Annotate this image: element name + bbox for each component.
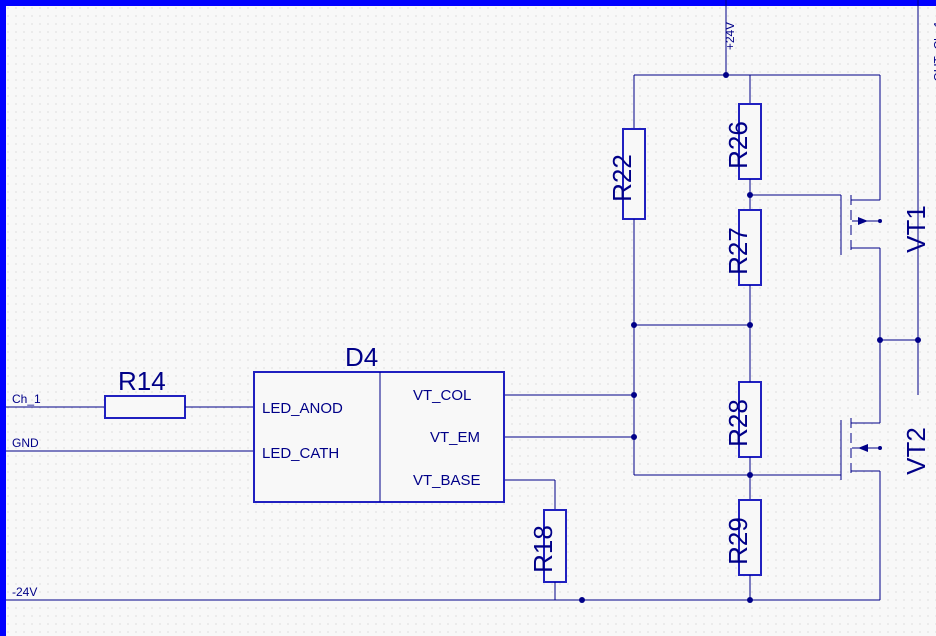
- pin-led-cath: LED_CATH: [262, 445, 339, 462]
- resistor-r14[interactable]: [105, 396, 185, 418]
- schematic-canvas: +24V OUT_Ch_1 R22 R26 R27 VT1: [0, 0, 936, 636]
- junction: [631, 434, 637, 440]
- label-r28: R28: [723, 399, 753, 447]
- label-r29: R29: [723, 517, 753, 565]
- junction: [631, 322, 637, 328]
- mosfet-vt2[interactable]: [841, 418, 882, 600]
- label-vt1: VT1: [901, 205, 931, 253]
- pin-led-anod: LED_ANOD: [262, 400, 343, 417]
- net-gnd: GND: [12, 436, 39, 450]
- label-vt2: VT2: [901, 427, 931, 475]
- pin-vt-base: VT_BASE: [413, 472, 481, 489]
- net-ch1: Ch_1: [12, 392, 41, 406]
- net-out-ch1: OUT_Ch_1: [932, 20, 936, 81]
- label-r18: R18: [528, 525, 558, 573]
- label-r22: R22: [607, 154, 637, 202]
- junction: [747, 597, 753, 603]
- net-minus24v: -24V: [12, 585, 37, 599]
- label-r27: R27: [723, 227, 753, 275]
- label-r26: R26: [723, 121, 753, 169]
- mosfet-vt1[interactable]: [750, 75, 882, 340]
- junction: [723, 72, 729, 78]
- junction: [579, 597, 585, 603]
- label-d4: D4: [345, 342, 378, 372]
- pin-vt-col: VT_COL: [413, 387, 471, 404]
- junction: [915, 337, 921, 343]
- label-r14: R14: [118, 366, 166, 396]
- pin-vt-em: VT_EM: [430, 429, 480, 446]
- net-plus24v: +24V: [723, 22, 737, 50]
